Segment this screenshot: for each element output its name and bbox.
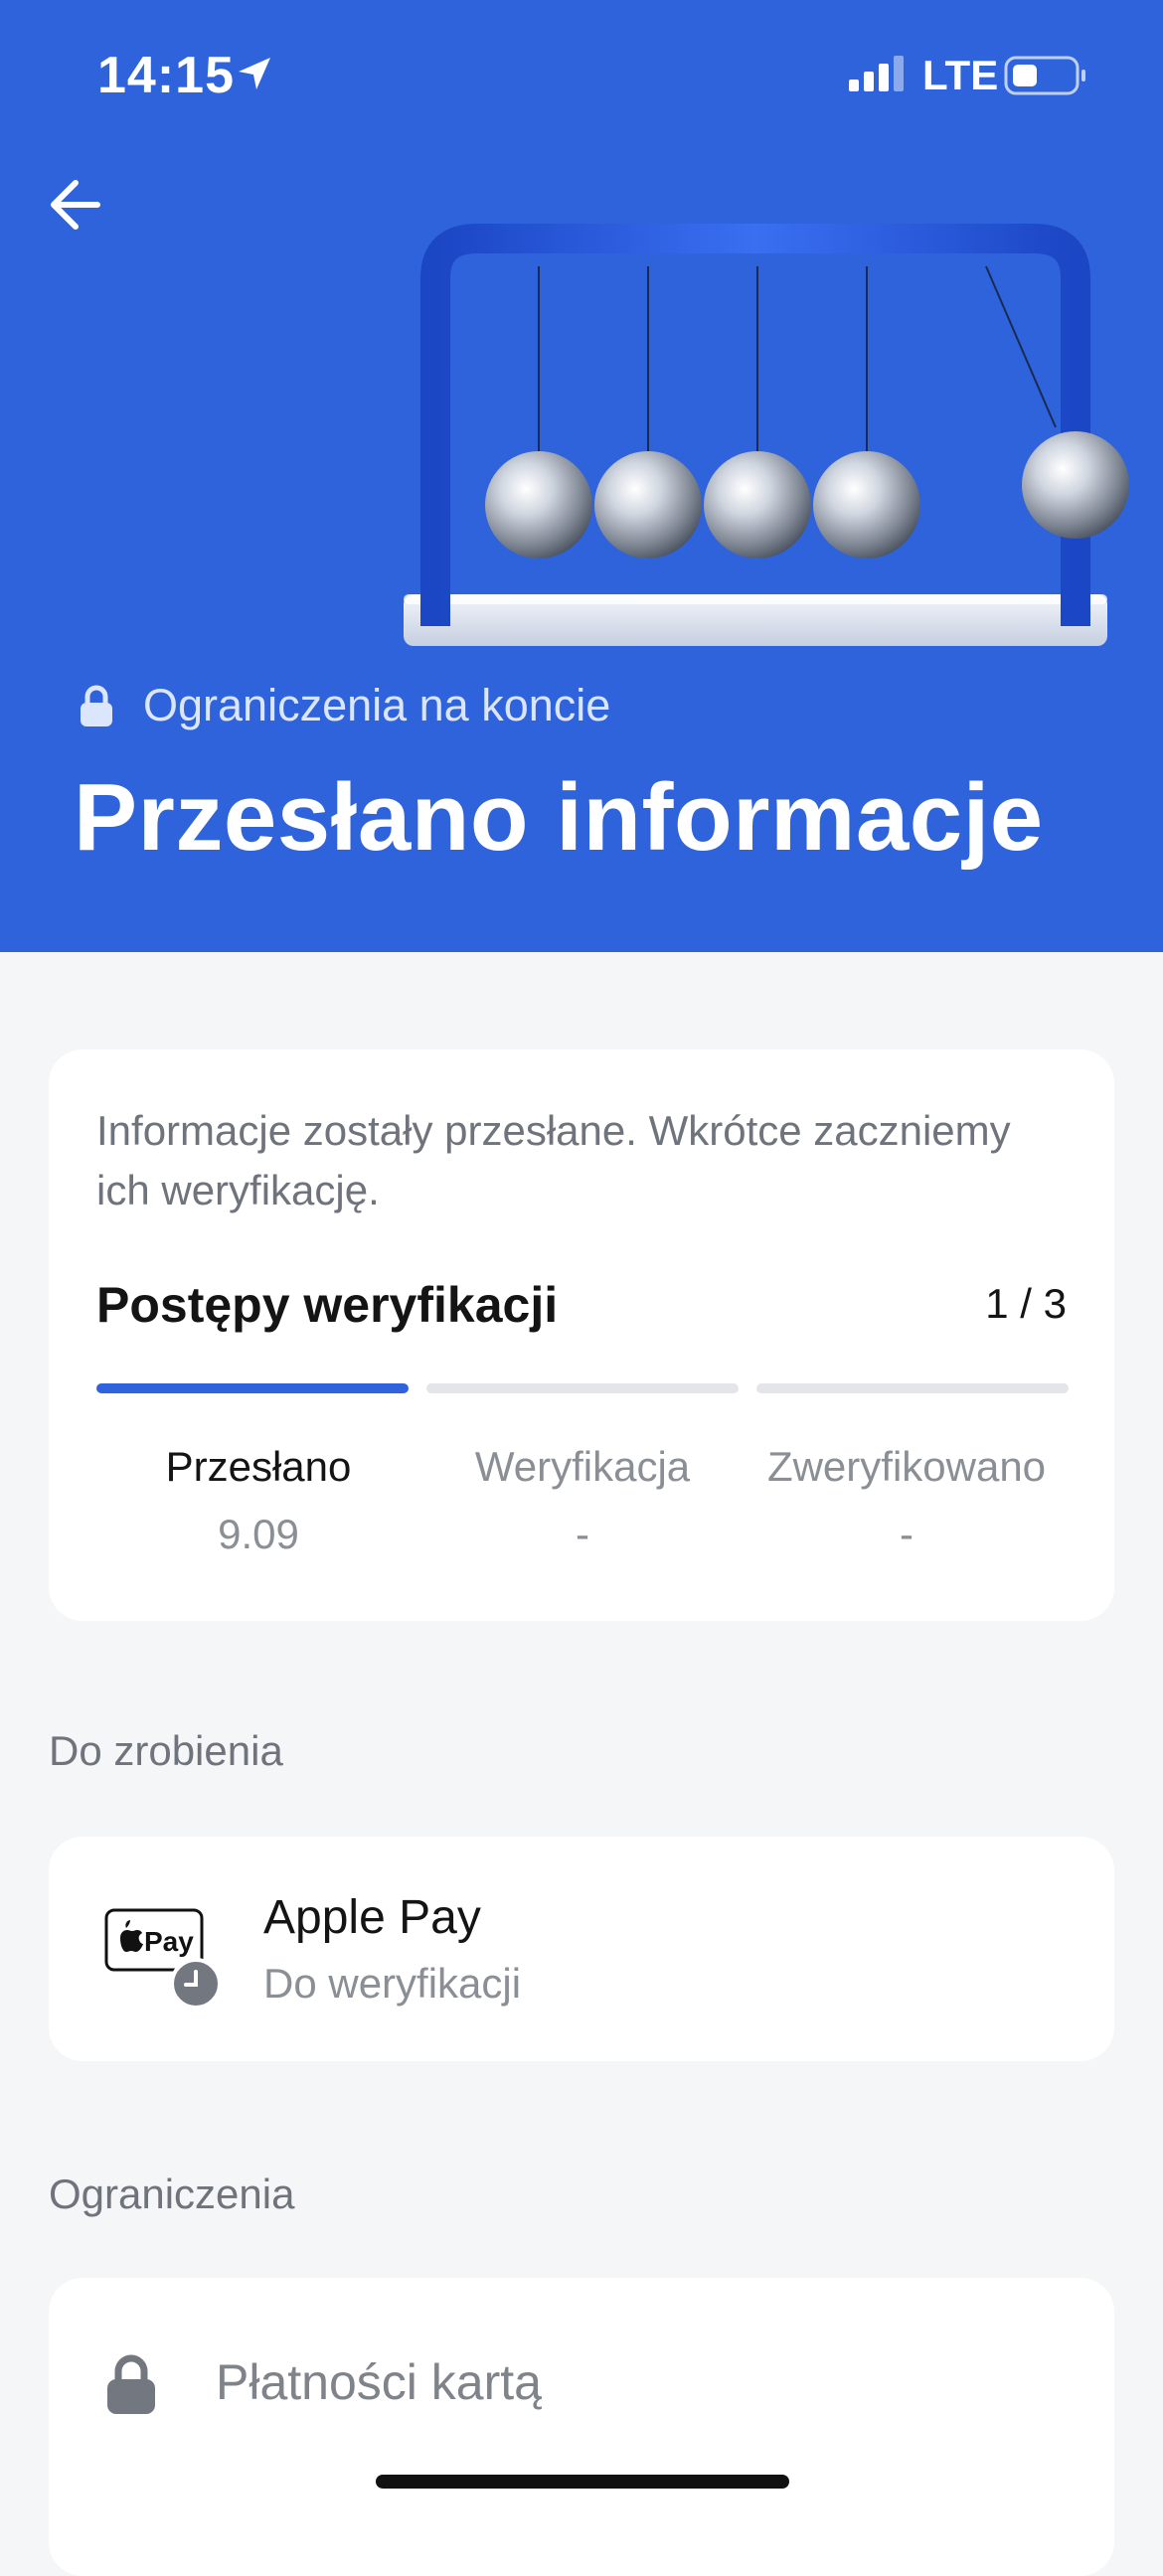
back-button[interactable] bbox=[46, 175, 115, 235]
verification-description: Informacje zostały przesłane. Wkrótce za… bbox=[96, 1107, 1011, 1213]
restriction-tag-label: Ograniczenia na koncie bbox=[143, 680, 611, 730]
progress-segment bbox=[96, 1383, 409, 1393]
apple-pay-badge-text: Pay bbox=[144, 1926, 194, 1957]
verification-heading: Postępy weryfikacji bbox=[96, 1277, 559, 1333]
home-indicator[interactable] bbox=[376, 2475, 789, 2489]
status-time: 14:15 bbox=[97, 47, 235, 104]
step-verification: Weryfikacja - bbox=[420, 1443, 745, 1558]
verification-steps: Przesłano 9.09 Weryfikacja - Zweryfikowa… bbox=[96, 1443, 1069, 1558]
limits-card: Płatności kartą bbox=[49, 2278, 1114, 2576]
progress-segment bbox=[756, 1383, 1069, 1393]
step-label: Przesłano bbox=[165, 1443, 352, 1490]
location-arrow-icon bbox=[239, 58, 270, 89]
hero-header: 14:15 LTE Ograniczenia na koncie Przesła… bbox=[0, 0, 1163, 952]
verification-progress-card: Informacje zostały przesłane. Wkrótce za… bbox=[49, 1049, 1114, 1621]
todo-item-title: Apple Pay bbox=[263, 1891, 481, 1944]
apple-pay-icon: Pay bbox=[104, 1908, 222, 2008]
step-label: Zweryfikowano bbox=[766, 1443, 1047, 1490]
network-type: LTE bbox=[922, 52, 999, 98]
account-restrictions-tag: Ograniczenia na koncie bbox=[80, 676, 610, 735]
newtons-cradle-illustration bbox=[404, 224, 1129, 646]
progress-segment bbox=[426, 1383, 739, 1393]
step-value: 9.09 bbox=[218, 1511, 299, 1557]
status-bar: 14:15 LTE bbox=[0, 0, 1163, 149]
step-value: - bbox=[900, 1511, 914, 1557]
step-verified: Zweryfikowano - bbox=[745, 1443, 1069, 1558]
lock-icon bbox=[107, 2354, 155, 2414]
step-value: - bbox=[576, 1511, 589, 1557]
section-label-todo: Do zrobienia bbox=[49, 1727, 283, 1774]
section-label-limits: Ograniczenia bbox=[49, 2171, 295, 2217]
apple-pay-todo-item[interactable]: Pay Apple Pay Do weryfikacji bbox=[49, 1837, 1114, 2061]
step-submitted: Przesłano 9.09 bbox=[96, 1443, 420, 1558]
page-title: Przesłano informacje bbox=[74, 764, 1044, 871]
lock-icon bbox=[81, 685, 112, 726]
battery-icon bbox=[1004, 56, 1085, 95]
cellular-signal-icon bbox=[849, 56, 904, 91]
verification-step-count: 1 / 3 bbox=[985, 1280, 1067, 1327]
todo-item-subtitle: Do weryfikacji bbox=[263, 1960, 522, 2007]
step-label: Weryfikacja bbox=[474, 1443, 691, 1490]
verification-progress-bar bbox=[96, 1383, 1069, 1393]
limit-item-card-payments[interactable]: Płatności kartą bbox=[216, 2353, 542, 2411]
